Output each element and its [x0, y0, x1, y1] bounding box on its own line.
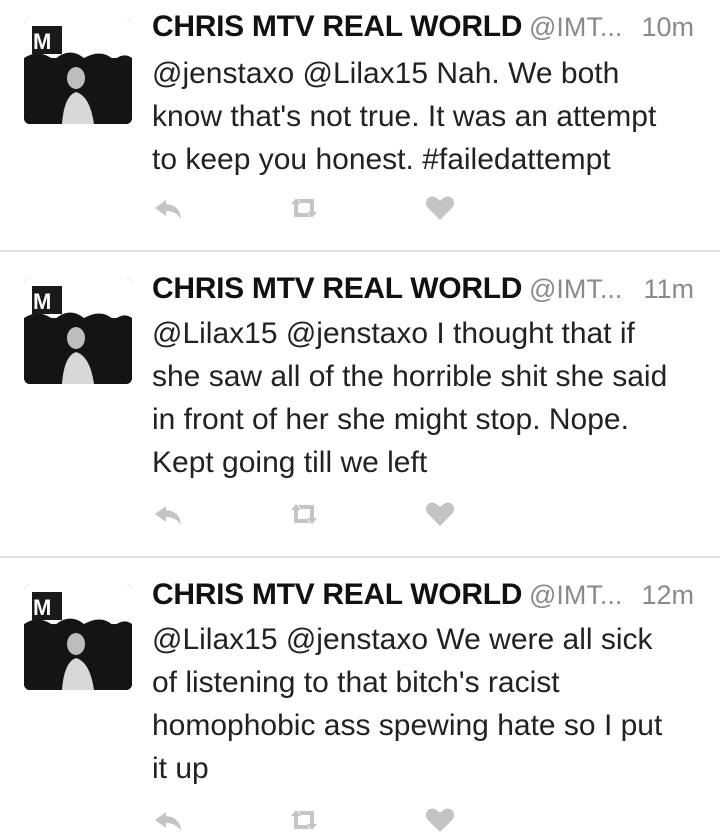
author-handle[interactable]: @IMT...	[529, 580, 622, 611]
tweet-text-line: @Lilax15 @jenstaxo We were all sick	[152, 623, 653, 656]
tweet-actions	[152, 498, 482, 530]
tweet-text-line: it up	[152, 752, 209, 785]
tweet-header: CHRIS MTV REAL WORLD @IMT... 12m	[152, 578, 712, 618]
tweet[interactable]: M CHRIS MTV REAL WORLD @IMT... 12m @Lila…	[0, 558, 720, 840]
tweet-header: CHRIS MTV REAL WORLD @IMT... 11m	[152, 272, 712, 312]
retweet-icon[interactable]	[288, 192, 320, 224]
timeline: M CHRIS MTV REAL WORLD @IMT... 10m @jens…	[0, 0, 720, 840]
tweet-text-line: to keep you honest. #failedattempt	[152, 143, 611, 176]
avatar[interactable]: M	[24, 278, 132, 384]
svg-text:M: M	[33, 29, 51, 54]
tweet-text-line: in front of her she might stop. Nope.	[152, 403, 629, 436]
heart-icon[interactable]	[424, 804, 456, 836]
reply-icon[interactable]	[152, 498, 184, 530]
author-name[interactable]: CHRIS MTV REAL WORLD	[152, 272, 522, 306]
author-name[interactable]: CHRIS MTV REAL WORLD	[152, 578, 522, 612]
heart-icon[interactable]	[424, 192, 456, 224]
tweet-text: @jenstaxo @Lilax15 Nah. We both know tha…	[152, 52, 708, 181]
retweet-icon[interactable]	[288, 804, 320, 836]
tweet-header: CHRIS MTV REAL WORLD @IMT... 10m	[152, 10, 712, 50]
avatar-image: M	[24, 278, 132, 384]
avatar[interactable]: M	[24, 18, 132, 124]
author-handle[interactable]: @IMT...	[529, 274, 622, 305]
tweet-text: @Lilax15 @jenstaxo We were all sick of l…	[152, 618, 708, 790]
author-handle[interactable]: @IMT...	[529, 12, 622, 43]
reply-icon[interactable]	[152, 192, 184, 224]
tweet-text-line: she saw all of the horrible shit she sai…	[152, 360, 668, 393]
tweet-actions	[152, 192, 482, 224]
heart-icon[interactable]	[424, 498, 456, 530]
tweet[interactable]: M CHRIS MTV REAL WORLD @IMT... 11m @Lila…	[0, 252, 720, 556]
reply-icon[interactable]	[152, 804, 184, 836]
avatar-image: M	[24, 584, 132, 690]
tweet-text-line: know that's not true. It was an attempt	[152, 100, 657, 133]
svg-text:M: M	[33, 289, 51, 314]
tweet-text-line: homophobic ass spewing hate so I put	[152, 709, 663, 742]
avatar[interactable]: M	[24, 584, 132, 690]
tweet-text: @Lilax15 @jenstaxo I thought that if she…	[152, 312, 708, 484]
timestamp[interactable]: 11m	[643, 274, 694, 305]
timestamp[interactable]: 10m	[641, 12, 694, 43]
avatar-image: M	[24, 18, 132, 124]
tweet-text-line: @jenstaxo @Lilax15 Nah. We both	[152, 57, 620, 90]
svg-text:M: M	[33, 595, 51, 620]
tweet-text-line: Kept going till we left	[152, 446, 428, 479]
author-name[interactable]: CHRIS MTV REAL WORLD	[152, 10, 522, 44]
tweet[interactable]: M CHRIS MTV REAL WORLD @IMT... 10m @jens…	[0, 0, 720, 250]
tweet-text-line: of listening to that bitch's racist	[152, 666, 560, 699]
retweet-icon[interactable]	[288, 498, 320, 530]
tweet-text-line: @Lilax15 @jenstaxo I thought that if	[152, 317, 635, 350]
timestamp[interactable]: 12m	[641, 580, 694, 611]
tweet-actions	[152, 804, 482, 836]
